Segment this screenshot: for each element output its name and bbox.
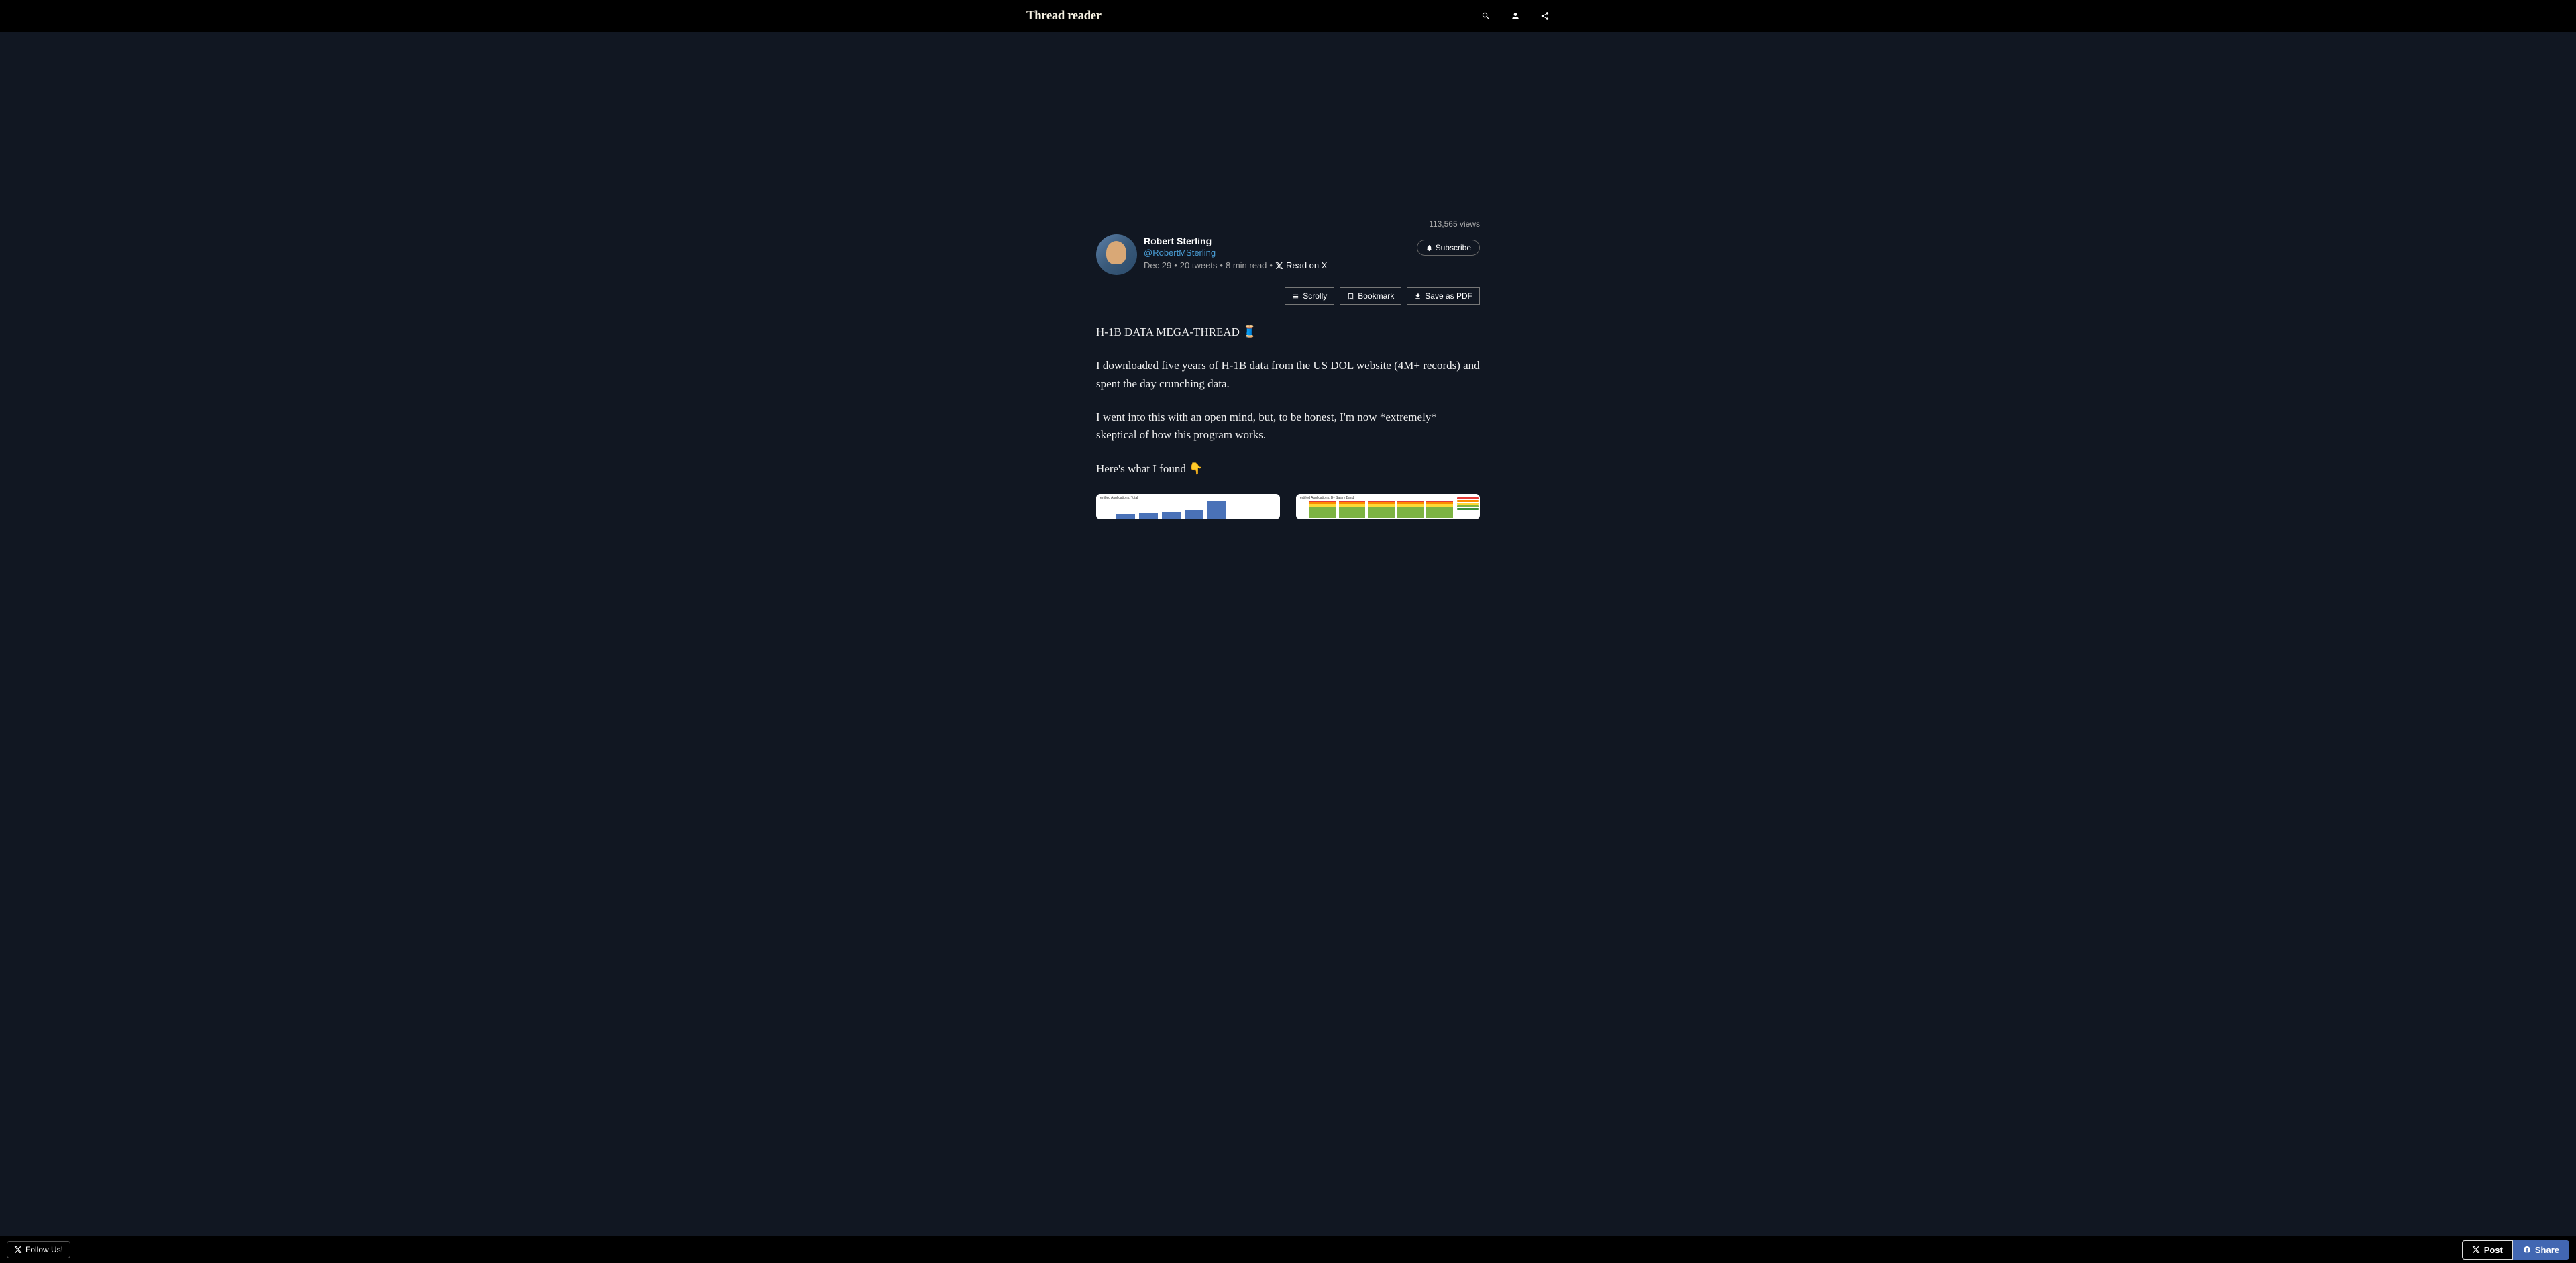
save-pdf-button[interactable]: Save as PDF — [1407, 287, 1480, 305]
share-icon[interactable] — [1540, 11, 1550, 21]
top-navbar: Thread reader — [0, 0, 2576, 32]
bottom-bar: Follow Us! Post Share — [0, 1236, 2576, 1263]
thread-meta: Dec 29 • 20 tweets • 8 min read • Read o… — [1144, 260, 1480, 270]
avatar[interactable] — [1096, 234, 1137, 275]
action-buttons: Scrolly Bookmark Save as PDF — [1096, 287, 1480, 305]
scrolly-icon — [1292, 293, 1299, 300]
tweet-paragraph: Here's what I found 👇 — [1096, 460, 1480, 478]
x-logo-icon — [1275, 262, 1283, 270]
follow-us-button[interactable]: Follow Us! — [7, 1241, 70, 1258]
tweet-paragraph: I went into this with an open mind, but,… — [1096, 409, 1480, 444]
user-icon[interactable] — [1511, 11, 1520, 21]
site-logo[interactable]: Thread reader — [1026, 9, 1102, 23]
chart-image-1[interactable]: ertified Applications, Total — [1096, 494, 1280, 519]
x-logo-icon — [2472, 1246, 2480, 1254]
author-block: Robert Sterling @RobertMSterling Dec 29 … — [1096, 234, 1480, 275]
subscribe-button[interactable]: Subscribe — [1417, 240, 1480, 256]
post-on-x-button[interactable]: Post — [2462, 1240, 2513, 1260]
meta-read-time: 8 min read — [1226, 260, 1267, 270]
view-count: 113,565 views — [1096, 219, 1480, 229]
meta-tweets: 20 tweets — [1180, 260, 1218, 270]
ad-space — [0, 32, 2576, 219]
bell-icon — [1426, 244, 1433, 252]
read-on-x-link[interactable]: Read on X — [1275, 260, 1327, 270]
scrolly-button[interactable]: Scrolly — [1285, 287, 1334, 305]
pdf-icon — [1414, 293, 1421, 300]
meta-date: Dec 29 — [1144, 260, 1171, 270]
chart-images: ertified Applications, Total ertified Ap… — [1096, 494, 1480, 519]
tweet-paragraph: I downloaded five years of H-1B data fro… — [1096, 357, 1480, 393]
search-icon[interactable] — [1481, 11, 1491, 21]
tweet-paragraph: H-1B DATA MEGA-THREAD 🧵 — [1096, 323, 1480, 341]
bookmark-icon — [1347, 293, 1354, 300]
x-logo-icon — [14, 1246, 22, 1254]
thread-content: 113,565 views Robert Sterling @RobertMSt… — [1096, 219, 1480, 519]
facebook-share-button[interactable]: Share — [2513, 1240, 2569, 1260]
thread-body: H-1B DATA MEGA-THREAD 🧵 I downloaded fiv… — [1096, 323, 1480, 519]
chart-image-2[interactable]: ertified Applications, By Salary Band — [1296, 494, 1480, 519]
bookmark-button[interactable]: Bookmark — [1340, 287, 1401, 305]
facebook-icon — [2523, 1246, 2531, 1254]
